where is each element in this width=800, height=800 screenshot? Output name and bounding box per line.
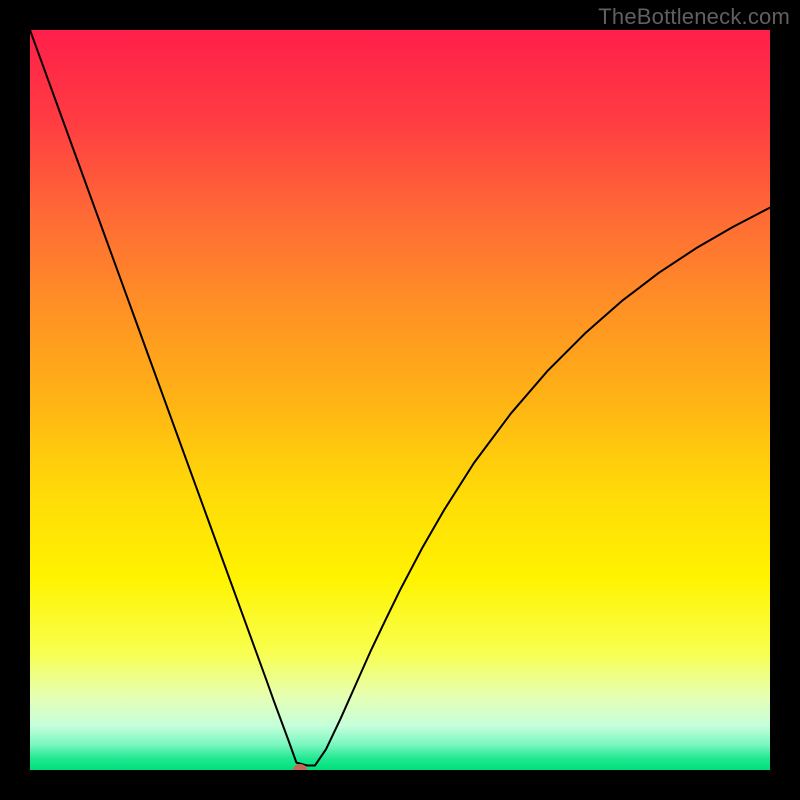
gradient-background xyxy=(30,30,770,770)
watermark-label: TheBottleneck.com xyxy=(598,4,790,30)
chart-frame: TheBottleneck.com xyxy=(0,0,800,800)
chart-svg xyxy=(30,30,770,770)
plot-area xyxy=(30,30,770,770)
